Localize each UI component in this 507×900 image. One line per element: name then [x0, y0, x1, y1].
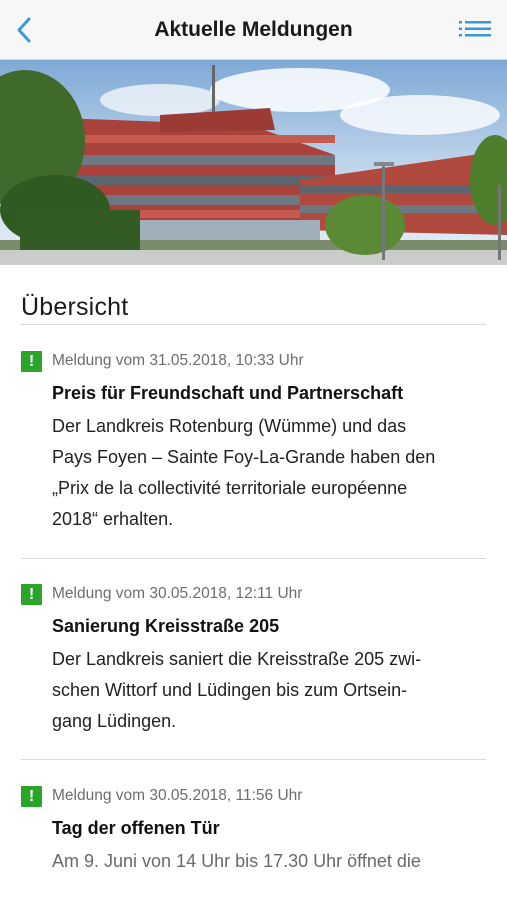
section-title: Übersicht — [21, 293, 129, 321]
header-image — [0, 60, 507, 265]
page-title: Aktuelle Meldungen — [154, 18, 353, 41]
divider — [21, 759, 486, 760]
news-text: Am 9. Juni von 14 Uhr bis 17.30 Uhr öffn… — [52, 846, 482, 877]
alert-icon: ! — [21, 351, 42, 372]
menu-button[interactable] — [459, 18, 491, 44]
news-item[interactable]: ! Meldung vom 31.05.2018, 10:33 Uhr Prei… — [21, 351, 486, 561]
news-text-line: Pays Foyen – Sainte Foy-La-Grande haben … — [52, 447, 436, 467]
news-text: Der Landkreis saniert die Kreisstraße 20… — [52, 644, 482, 737]
news-text-line: Der Landkreis saniert die Kreisstraße 20… — [52, 649, 422, 669]
top-bar: Aktuelle Meldungen — [0, 0, 507, 60]
news-text-line: gang Lüdingen. — [52, 711, 177, 731]
divider — [21, 558, 486, 559]
news-date: Meldung vom 31.05.2018, 10:33 Uhr — [52, 352, 304, 369]
news-text-line: Der Landkreis Rotenburg (Wümme) und das — [52, 416, 407, 436]
alert-icon: ! — [21, 584, 42, 605]
news-title: Preis für Freundschaft und Partnerschaft — [52, 383, 404, 403]
building-photo — [0, 60, 507, 265]
list-menu-icon — [459, 21, 491, 37]
divider — [21, 324, 486, 325]
alert-icon: ! — [21, 786, 42, 807]
news-item[interactable]: ! Meldung vom 30.05.2018, 11:56 Uhr Tag … — [21, 786, 486, 896]
news-text-line: Am 9. Juni von 14 Uhr bis 17.30 Uhr öffn… — [52, 851, 421, 871]
news-text-line: „Prix de la collectivité territoriale eu… — [52, 478, 408, 498]
news-title: Tag der offenen Tür — [52, 818, 220, 838]
news-text-line: schen Wittorf und Lüdingen bis zum Ortse… — [52, 680, 408, 700]
app-screen: Aktuelle Meldungen Übersicht ! Meldung v… — [0, 0, 507, 900]
news-text: Der Landkreis Rotenburg (Wümme) und das … — [52, 411, 482, 535]
news-date: Meldung vom 30.05.2018, 12:11 Uhr — [52, 585, 303, 602]
news-item[interactable]: ! Meldung vom 30.05.2018, 12:11 Uhr Sani… — [21, 584, 486, 764]
news-title: Sanierung Kreisstraße 205 — [52, 616, 280, 636]
news-date: Meldung vom 30.05.2018, 11:56 Uhr — [52, 787, 303, 804]
news-text-line: 2018“ erhalten. — [52, 509, 174, 529]
chevron-left-icon — [17, 17, 31, 43]
back-button[interactable] — [12, 14, 42, 46]
